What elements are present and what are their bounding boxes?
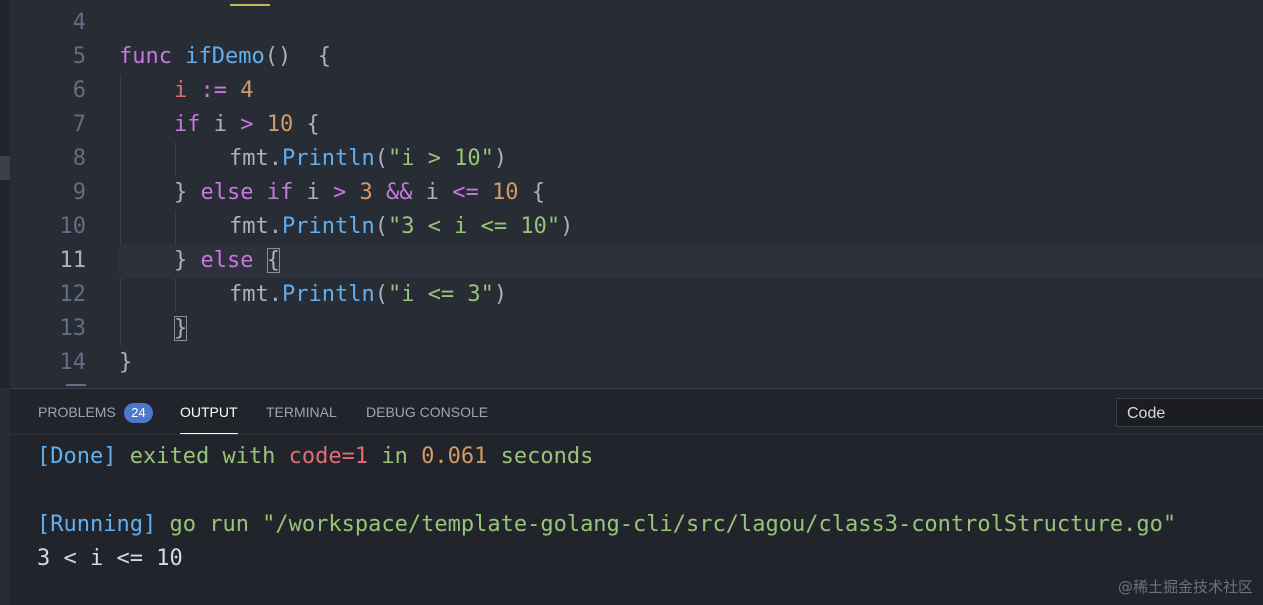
tab-output-label: OUTPUT [180,404,238,420]
code-line[interactable]: 5 func ifDemo() { [10,40,1263,74]
line-number: 4 [72,10,86,35]
tab-debug-console[interactable]: DEBUG CONSOLE [366,389,488,434]
code-line[interactable]: 8 fmt.Println("i > 10") [10,142,1263,176]
line-number: 12 [59,282,87,307]
problems-count-badge: 24 [124,403,153,423]
line-number: 8 [72,146,86,171]
output-line: [Running] go run "/workspace/template-go… [37,512,1177,537]
code-text: } [174,312,188,346]
line-number: 13 [59,316,87,341]
line-number: 10 [59,214,87,239]
code-editor[interactable]: 4 5 func ifDemo() { 6 i := 4 7 if i > 10… [10,0,1263,388]
code-line[interactable]: 9 } else if i > 3 && i <= 10 { [10,176,1263,210]
bottom-panel: PROBLEMS 24 OUTPUT TERMINAL DEBUG CONSOL… [10,388,1263,605]
tab-debug-console-label: DEBUG CONSOLE [366,404,489,420]
code-text: } else if i > 3 && i <= 10 { [174,180,545,205]
code-text: if i > 10 { [174,112,320,137]
code-line[interactable]: 14 } [10,346,1263,380]
activity-indicator [0,156,10,180]
bracket-match-highlight: { [266,248,280,273]
output-log[interactable]: [Done] exited with code=1 in 0.061 secon… [10,434,1263,605]
code-line[interactable]: 13 } [10,312,1263,346]
line-number: 7 [72,112,86,137]
tab-problems-label: PROBLEMS [38,404,116,420]
code-text: i := 4 [174,78,254,103]
watermark: @稀土掘金技术社区 [1117,578,1253,596]
line-number-active: 11 [59,248,87,273]
code-line[interactable]: 11 } else { [10,244,1263,278]
activity-strip [0,0,10,388]
code-text: func ifDemo() { [119,44,331,69]
line-number: 14 [59,350,87,375]
output-line: 3 < i <= 10 [37,546,183,571]
code-line[interactable]: 4 [10,6,1263,40]
code-line[interactable]: 6 i := 4 [10,74,1263,108]
tab-terminal[interactable]: TERMINAL [266,389,337,434]
panel-tab-bar: PROBLEMS 24 OUTPUT TERMINAL DEBUG CONSOL… [10,389,1263,435]
code-line[interactable]: 10 fmt.Println("3 < i <= 10") [10,210,1263,244]
output-line: [Done] exited with code=1 in 0.061 secon… [37,444,594,469]
tab-output[interactable]: OUTPUT [180,389,238,434]
code-text: } else { [174,248,280,273]
tab-problems[interactable]: PROBLEMS [38,389,116,434]
code-text: } [119,350,133,375]
bracket-match-highlight: } [174,316,188,341]
code-text: fmt.Println("3 < i <= 10") [229,214,574,239]
output-channel-select[interactable]: Code [1116,398,1263,427]
line-number: 6 [72,78,86,103]
code-text: fmt.Println("i <= 3") [229,282,508,307]
code-line[interactable]: 7 if i > 10 { [10,108,1263,142]
code-text: fmt.Println("i > 10") [229,146,508,171]
line-number: 9 [72,180,86,205]
tab-terminal-label: TERMINAL [266,404,337,420]
code-line[interactable]: 12 fmt.Println("i <= 3") [10,278,1263,312]
line-number: 5 [72,44,86,69]
